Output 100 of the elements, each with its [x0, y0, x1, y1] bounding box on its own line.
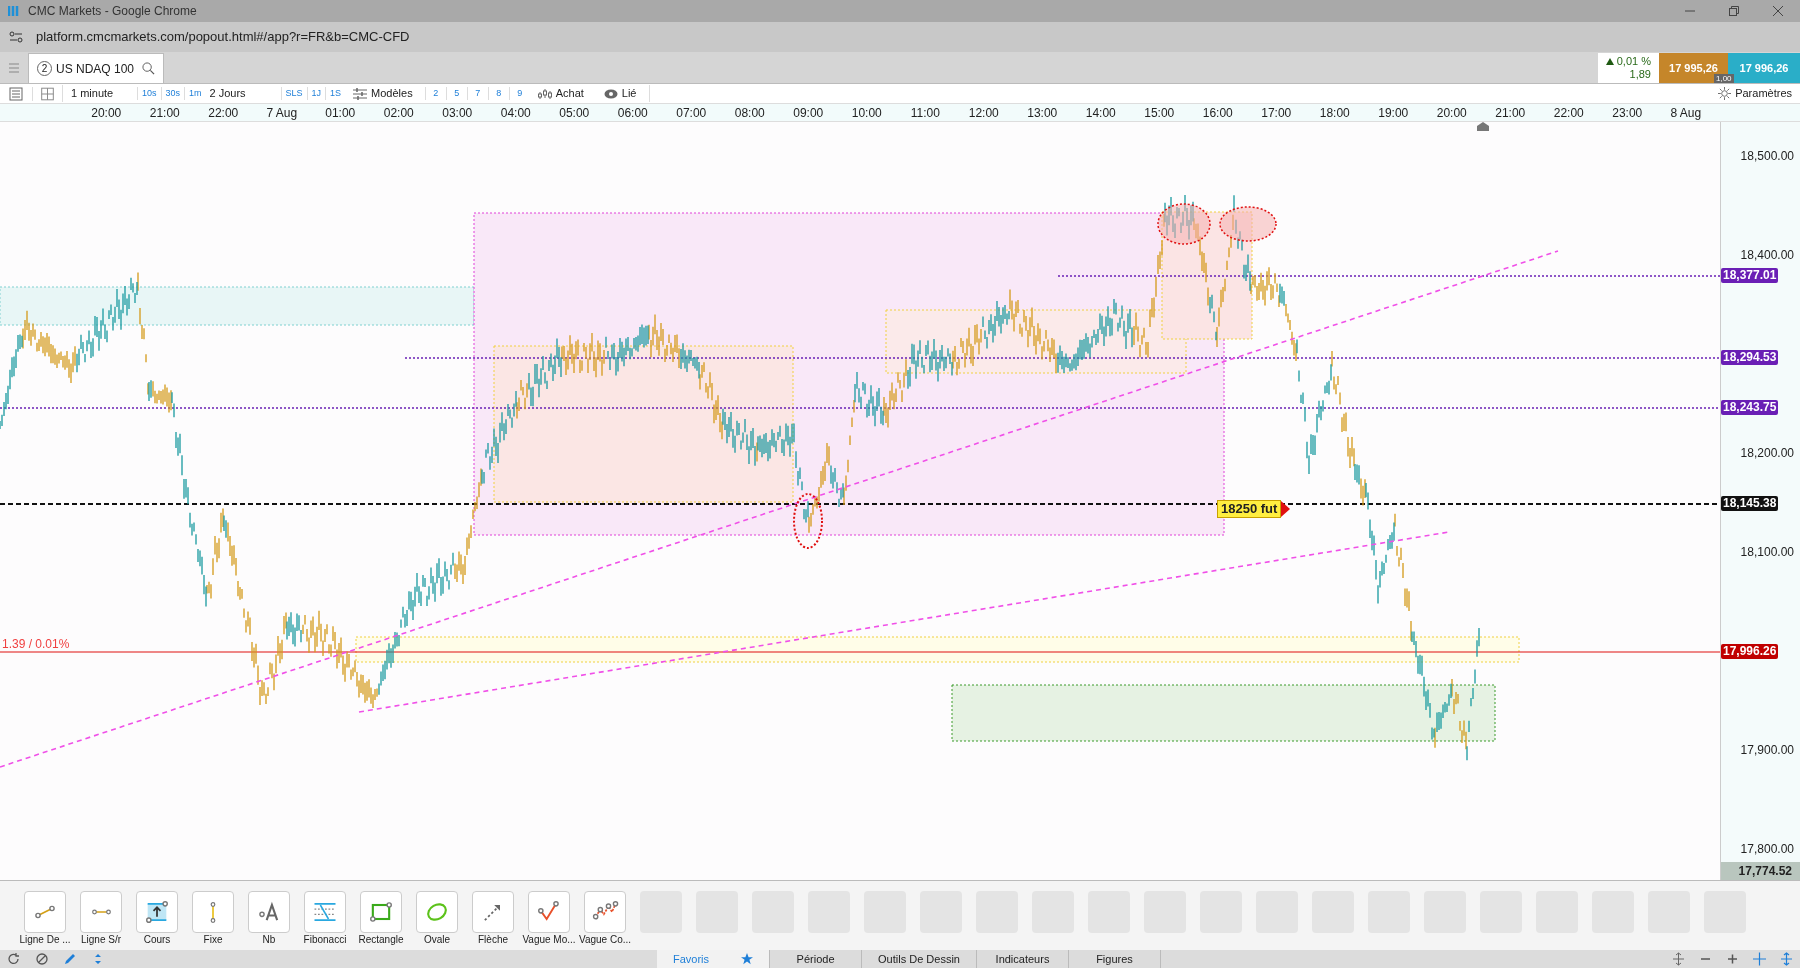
- range-shortcut[interactable]: SLS: [280, 86, 307, 101]
- eye-icon: [603, 88, 618, 99]
- search-icon[interactable]: [142, 62, 156, 75]
- interval-shortcut[interactable]: 10s: [137, 86, 161, 101]
- highlight-ellipse[interactable]: [793, 493, 823, 549]
- drawing-tool-button[interactable]: [136, 891, 178, 933]
- drawing-tool-button[interactable]: [528, 891, 570, 933]
- tool-label: Ligne De ...: [19, 934, 71, 946]
- app-logo-icon: [8, 5, 20, 17]
- candles-icon: [537, 87, 552, 100]
- price-change-label: 1.39 / 0.01%: [2, 636, 70, 653]
- tool-label: Flèche: [478, 934, 508, 946]
- vertical-line-icon: [210, 899, 216, 925]
- price-axis-label: 17,800.00: [1740, 842, 1794, 856]
- drawing-tool-button[interactable]: [24, 891, 66, 933]
- time-axis-label: 17:00: [1260, 104, 1293, 122]
- trend-line[interactable]: [358, 531, 1450, 713]
- time-axis-label: 18:00: [1318, 104, 1351, 122]
- price-axis-label: 18,100.00: [1740, 545, 1794, 559]
- settings-icon[interactable]: [1718, 87, 1732, 100]
- time-axis-label: 20:00: [1435, 104, 1468, 122]
- time-axis-label: 03:00: [441, 104, 474, 122]
- time-axis-label: 22:00: [1552, 104, 1585, 122]
- price-line-icon: [143, 898, 171, 926]
- templates-button[interactable]: Modèles: [367, 85, 425, 102]
- time-axis-label: 20:00: [90, 104, 123, 122]
- linked-button[interactable]: Lié: [617, 85, 650, 102]
- interval-shortcut[interactable]: 1m: [184, 86, 206, 101]
- instrument-name: US NDAQ 100: [56, 60, 135, 78]
- time-axis-label: 14:00: [1084, 104, 1117, 122]
- time-axis-label: 05:00: [558, 104, 591, 122]
- price-marker: 18,243.75: [1721, 400, 1779, 415]
- tool-label: Vague Mo...: [522, 934, 576, 946]
- range-selector[interactable]: 2 Jours: [205, 85, 281, 102]
- templates-icon: [353, 87, 368, 100]
- time-axis-label: 8 Aug: [1669, 104, 1703, 122]
- up-triangle-icon: [1605, 58, 1614, 65]
- instrument-tab[interactable]: 2 US NDAQ 100: [28, 53, 165, 83]
- price-marker: 18,294.53: [1721, 350, 1779, 365]
- site-settings-icon[interactable]: [8, 29, 24, 45]
- tool-label: Cours: [143, 934, 171, 946]
- drawing-tool-button[interactable]: [360, 891, 402, 933]
- price-axis-label: 18,400.00: [1740, 248, 1794, 262]
- tool-label: Ovale: [423, 934, 451, 946]
- time-axis-label: 22:00: [207, 104, 240, 122]
- template-slot[interactable]: 2: [424, 86, 446, 101]
- range-shortcut[interactable]: 1S: [325, 86, 346, 101]
- zone-rectangle[interactable]: [355, 636, 1520, 663]
- price-axis-label: 18,500.00: [1740, 149, 1794, 163]
- arrow-icon: [1281, 501, 1291, 517]
- drawing-tool-button[interactable]: [584, 891, 626, 933]
- range-shortcut[interactable]: 1J: [306, 86, 326, 101]
- zone-rectangle[interactable]: [493, 345, 794, 503]
- price-marker: 17,996.26: [1721, 644, 1779, 659]
- level-line[interactable]: [0, 503, 1720, 505]
- tool-label: Fixe: [203, 934, 223, 946]
- time-axis-label: 07:00: [675, 104, 708, 122]
- url-text[interactable]: platform.cmcmarkets.com/popout.html#/app?r=FR&b=CMC-CFD: [36, 27, 410, 47]
- time-axis-label: 21:00: [1494, 104, 1527, 122]
- restore-button[interactable]: [1729, 6, 1739, 16]
- template-slot[interactable]: 8: [487, 86, 509, 101]
- time-axis-label: 12:00: [967, 104, 1000, 122]
- settings-button[interactable]: Paramètres: [1735, 85, 1800, 102]
- template-slot[interactable]: 5: [445, 86, 467, 101]
- time-axis-label: 16:00: [1201, 104, 1234, 122]
- drawing-tool-button[interactable]: [248, 891, 290, 933]
- star-icon: [741, 953, 754, 965]
- bottom-tab[interactable]: Favoris: [657, 950, 771, 968]
- time-axis-label: 11:00: [909, 104, 941, 122]
- tool-label: Vague Co...: [578, 934, 632, 946]
- interval-shortcut[interactable]: 30s: [160, 86, 185, 101]
- tool-label: Fibonacci: [303, 934, 347, 946]
- price-axis-label: 17,900.00: [1740, 743, 1794, 757]
- time-axis-label: 06:00: [616, 104, 649, 122]
- tool-label: Nb: [262, 934, 276, 946]
- template-slot[interactable]: 7: [466, 86, 488, 101]
- time-axis-label: 19:00: [1377, 104, 1410, 122]
- time-axis-label: 08:00: [733, 104, 766, 122]
- price-marker: 18,145.38: [1721, 496, 1779, 511]
- time-axis-label: 23:00: [1611, 104, 1644, 122]
- highlight-ellipse[interactable]: [1219, 206, 1277, 242]
- highlight-ellipse[interactable]: [1157, 203, 1211, 245]
- close-button[interactable]: [1773, 6, 1783, 16]
- time-axis-label: 02:00: [382, 104, 415, 122]
- level-label[interactable]: 18250 fut: [1217, 500, 1282, 518]
- price-marker: 18,377.01: [1721, 268, 1779, 283]
- tool-label: Ligne S/r: [81, 934, 121, 946]
- time-axis-label: 21:00: [148, 104, 181, 122]
- price-axis-label: 18,200.00: [1740, 446, 1794, 460]
- buy-button[interactable]: Achat: [551, 85, 600, 102]
- time-axis-label: 13:00: [1026, 104, 1059, 122]
- interval-selector[interactable]: 1 minute: [62, 85, 137, 102]
- change-points: 1,89: [1629, 68, 1651, 81]
- time-axis-label: 15:00: [1143, 104, 1176, 122]
- time-axis-label: 01:00: [324, 104, 357, 122]
- window-title: CMC Markets - Google Chrome: [28, 3, 197, 20]
- price-axis-bottom-label: 17,774.52: [1721, 862, 1800, 880]
- drawing-tool-button[interactable]: [304, 891, 346, 933]
- template-slot[interactable]: 9: [508, 86, 530, 101]
- zone-rectangle[interactable]: [951, 684, 1496, 742]
